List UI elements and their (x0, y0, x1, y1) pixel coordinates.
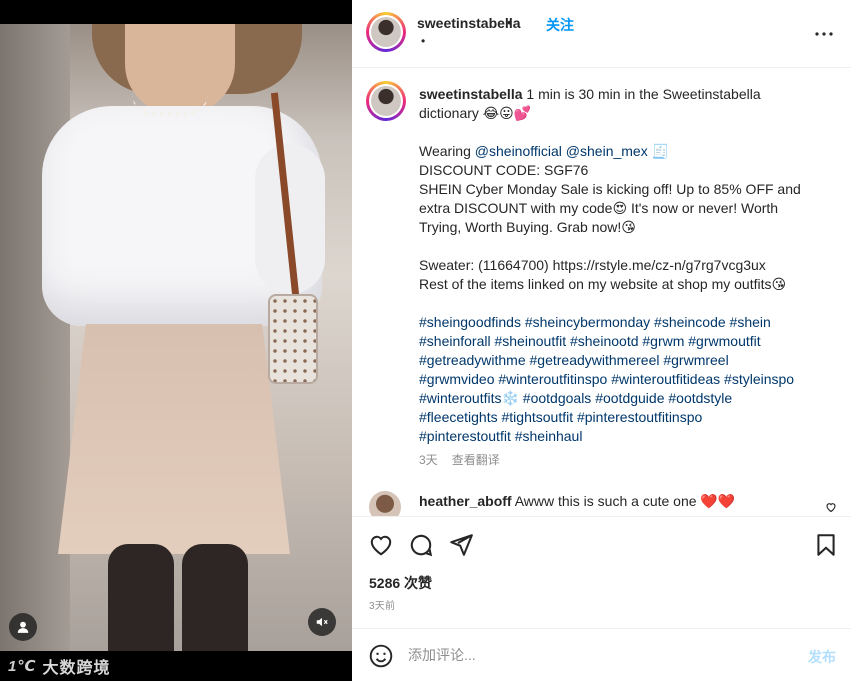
caption-text: 1 min is 30 min in the Sweetinstabella (526, 86, 761, 102)
post-caption: sweetinstabella 1 min is 30 min in the S… (419, 85, 829, 446)
avatar-image (371, 86, 401, 116)
video-frame[interactable] (0, 24, 352, 651)
caption-text: Trying, Worth Buying. Grab now!😘 (419, 219, 636, 235)
caption-text: Rest of the items linked on my website a… (419, 276, 787, 292)
caption-text: SHEIN Cyber Monday Sale is kicking off! … (419, 181, 801, 197)
mention-link[interactable]: @shein_mex (566, 143, 648, 159)
hashtag-line[interactable]: #sheingoodfinds #sheincybermonday #shein… (419, 313, 829, 332)
mute-button[interactable] (308, 608, 336, 636)
hashtag-line[interactable]: #sheinforall #sheinoutfit #sheinootd #gr… (419, 332, 829, 351)
likes-count[interactable]: 5286 次赞 (369, 573, 432, 593)
commenter-username[interactable]: heather_aboff (419, 493, 512, 509)
video-subject-bag (268, 294, 318, 384)
hashtag-line[interactable]: #pinterestoutfit #sheinhaul (419, 427, 829, 446)
post-header: sweetinstabella • 关注 • (352, 0, 851, 68)
caption-text: extra DISCOUNT with my code😍 It's now or… (419, 200, 779, 216)
caption-paragraph-intro: sweetinstabella 1 min is 30 min in the S… (419, 85, 829, 123)
watermark-logo: 1℃ (8, 658, 37, 675)
author-username[interactable]: sweetinstabella (417, 15, 521, 31)
caption-text: DISCOUNT CODE: SGF76 (419, 162, 589, 178)
caption-paragraph-discount: Wearing @sheinofficial @shein_mex 🧾 DISC… (419, 142, 829, 237)
paper-plane-icon[interactable] (448, 532, 474, 558)
caption-text: Sweater: (11664700) https://rstyle.me/cz… (419, 257, 766, 273)
post-actions: 5286 次赞 3天前 (352, 516, 851, 628)
avatar-image (371, 17, 401, 47)
comment-text: heather_aboff Awww this is such a cute o… (419, 493, 735, 510)
video-subject-leg-left (108, 544, 174, 651)
see-translation-button[interactable]: 查看翻译 (452, 451, 500, 468)
comment-body: Awww this is such a cute one ❤️❤️ (511, 493, 736, 509)
caption-text: 🧾 (647, 143, 670, 159)
caption-text: dictionary 😂😛💕 (419, 105, 532, 121)
post-media[interactable]: 1℃ 大数跨境 (0, 0, 352, 681)
commenter-avatar[interactable] (369, 491, 401, 516)
caption-author-avatar[interactable] (366, 81, 406, 121)
user-tag-icon (17, 621, 29, 633)
author-avatar[interactable] (366, 12, 406, 52)
caption-paragraph-links: Sweater: (11664700) https://rstyle.me/cz… (419, 256, 829, 294)
caption-text: Wearing (419, 143, 475, 159)
header-sub-dot: • (421, 34, 426, 48)
comment-input[interactable] (408, 639, 788, 671)
watermark: 1℃ 大数跨境 (8, 654, 111, 678)
caption-meta: 3天 查看翻译 (419, 451, 500, 468)
watermark-text: 大数跨境 (42, 660, 111, 677)
caption-hashtags: #sheingoodfinds #sheincybermonday #shein… (419, 313, 829, 446)
speaker-muted-icon (316, 617, 328, 627)
caption-age[interactable]: 3天 (419, 451, 438, 468)
hashtag-line[interactable]: #grwmvideo #winteroutfitinspo #winterout… (419, 370, 829, 389)
video-subject-leg-right (182, 544, 248, 651)
bookmark-icon[interactable] (813, 532, 839, 558)
mention-link[interactable]: @sheinofficial (475, 143, 562, 159)
video-subject-skirt (58, 324, 290, 554)
caption-username[interactable]: sweetinstabella (419, 86, 523, 102)
post-timestamp[interactable]: 3天前 (369, 597, 395, 612)
comment-item: heather_aboff Awww this is such a cute o… (352, 489, 851, 516)
header-separator-dot: • (507, 14, 512, 30)
heart-icon[interactable] (368, 532, 394, 558)
comment-heart-icon[interactable] (825, 501, 837, 513)
video-subject-necklace (132, 94, 208, 116)
comment-bubble-icon[interactable] (408, 532, 434, 558)
hashtag-line[interactable]: #winteroutfits❄️ #ootdgoals #ootdguide #… (419, 389, 829, 408)
comments-section[interactable]: sweetinstabella 1 min is 30 min in the S… (352, 69, 851, 516)
user-tag-button[interactable] (9, 613, 37, 641)
smiley-icon[interactable] (368, 643, 394, 669)
follow-button[interactable]: 关注 (546, 15, 574, 35)
background-wall (0, 24, 70, 651)
add-comment-bar: 发布 (352, 628, 851, 681)
post-comment-button[interactable]: 发布 (808, 647, 836, 667)
post-side-panel: sweetinstabella • 关注 • sweetinstabella 1… (352, 0, 851, 681)
hashtag-line[interactable]: #getreadywithme #getreadywithmereel #grw… (419, 351, 829, 370)
hashtag-line[interactable]: #fleecetights #tightsoutfit #pinterestou… (419, 408, 829, 427)
more-options-icon[interactable] (812, 22, 836, 46)
